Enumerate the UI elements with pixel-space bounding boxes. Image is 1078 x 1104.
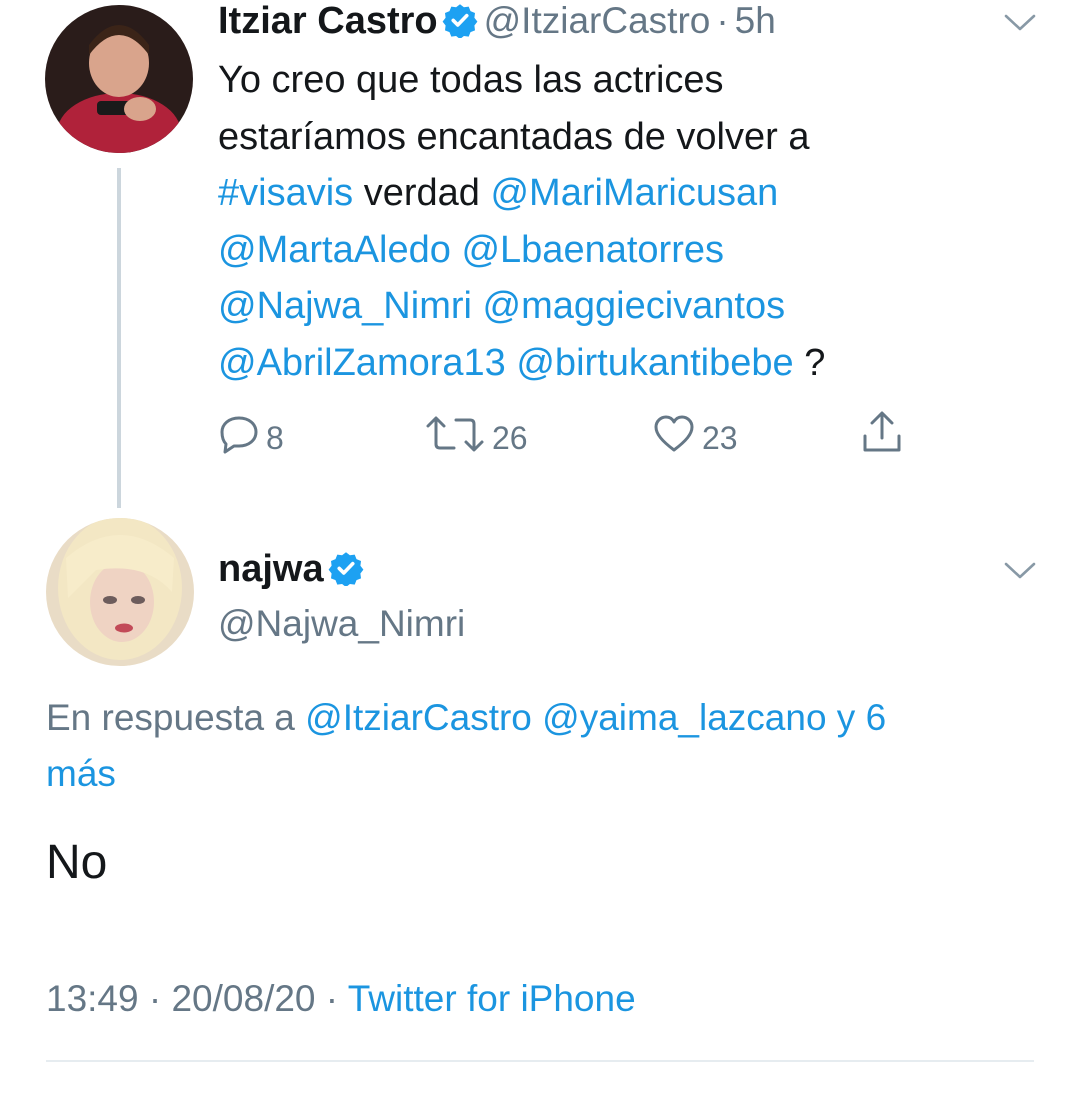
divider bbox=[46, 1060, 1034, 1062]
reply-count: 8 bbox=[266, 419, 284, 456]
timestamp-separator: · bbox=[325, 978, 339, 1019]
user-handle[interactable]: @Najwa_Nimri bbox=[218, 603, 465, 645]
reply-context: En respuesta a @ItziarCastro @yaima_lazc… bbox=[46, 690, 1046, 802]
tweet-1-header: Itziar Castro @ItziarCastro · 5h bbox=[218, 0, 776, 43]
mention-link[interactable]: @birtukantibebe bbox=[516, 342, 793, 384]
reply-to-links[interactable]: @ItziarCastro @yaima_lazcano y 6 bbox=[305, 697, 886, 738]
like-icon bbox=[652, 414, 702, 462]
header-separator: · bbox=[716, 0, 729, 41]
reply-prefix: En respuesta a bbox=[46, 697, 295, 738]
reply-more-link[interactable]: más bbox=[46, 746, 1046, 802]
hashtag-link[interactable]: #visavis bbox=[218, 172, 353, 214]
thread-line bbox=[117, 168, 121, 508]
timestamp-time[interactable]: 13:49 bbox=[46, 978, 139, 1019]
verified-badge-icon bbox=[328, 550, 364, 588]
avatar-najwa[interactable] bbox=[46, 518, 194, 666]
like-button[interactable]: 23 bbox=[652, 414, 738, 462]
tweet-time[interactable]: 5h bbox=[735, 0, 776, 41]
user-handle[interactable]: @ItziarCastro bbox=[484, 0, 711, 41]
user-name[interactable]: najwa bbox=[218, 548, 324, 590]
avatar-itziar[interactable] bbox=[45, 5, 193, 153]
tweet-1-body: Yo creo que todas las actrices estaríamo… bbox=[218, 52, 998, 391]
tweet-source-link[interactable]: Twitter for iPhone bbox=[348, 978, 636, 1019]
user-name[interactable]: Itziar Castro bbox=[218, 0, 438, 42]
chevron-down-icon[interactable] bbox=[1003, 12, 1037, 34]
mention-link[interactable]: @Lbaenatorres bbox=[461, 229, 724, 271]
mention-link[interactable]: @AbrilZamora13 bbox=[218, 342, 506, 384]
tweet-timestamp: 13:49 · 20/08/20 · Twitter for iPhone bbox=[46, 978, 636, 1020]
tweet-2-body: No bbox=[46, 836, 108, 889]
reply-icon bbox=[218, 414, 266, 462]
chevron-down-icon[interactable] bbox=[1003, 560, 1037, 582]
timestamp-separator: · bbox=[148, 978, 162, 1019]
share-icon[interactable] bbox=[860, 410, 904, 461]
retweet-count: 26 bbox=[492, 419, 528, 456]
tweet-text-end: ? bbox=[804, 341, 826, 384]
tweet-2-header: najwa bbox=[218, 548, 370, 591]
mention-link[interactable]: @maggiecivantos bbox=[483, 285, 786, 327]
like-count: 23 bbox=[702, 419, 738, 456]
retweet-button[interactable]: 26 bbox=[424, 414, 528, 462]
tweet-text-word: verdad bbox=[363, 172, 480, 214]
tweet-text-line: Yo creo que todas las actrices bbox=[218, 59, 724, 101]
mention-link[interactable]: @Najwa_Nimri bbox=[218, 285, 472, 327]
mention-link[interactable]: @MartaAledo bbox=[218, 229, 451, 271]
verified-badge-icon bbox=[442, 2, 478, 40]
retweet-icon bbox=[424, 414, 492, 462]
reply-button[interactable]: 8 bbox=[218, 414, 284, 462]
tweet-text-line: estaríamos encantadas de volver a bbox=[218, 115, 810, 158]
timestamp-date[interactable]: 20/08/20 bbox=[171, 978, 315, 1019]
mention-link[interactable]: @MariMaricusan bbox=[490, 172, 778, 214]
